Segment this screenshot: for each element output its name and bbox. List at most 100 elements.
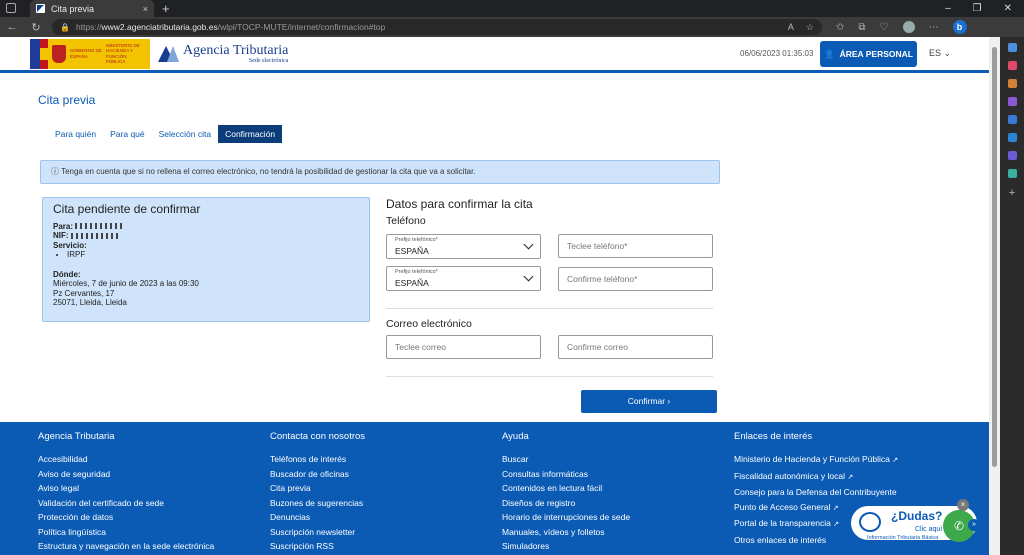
footer-col-contacta: Contacta con nosotros Teléfonos de inter… (270, 431, 365, 554)
url-path: /wlpl/TOCP-MUTE/internet/confirmacion#to… (217, 22, 386, 32)
confirme-telefono-input[interactable]: Confirme teléfono* (558, 267, 713, 291)
favorites-icon[interactable]: ✩ (836, 22, 844, 33)
footer-col-agencia: Agencia Tributaria Accesibilidad Aviso d… (38, 431, 214, 554)
prefijo-select-1[interactable]: Prefijo telefónico* ESPAÑA (386, 234, 541, 259)
footer-col-ayuda: Ayuda Buscar Consultas informáticas Cont… (502, 431, 630, 554)
scrollbar-thumb[interactable] (992, 47, 997, 467)
url-host: www2.agenciatributaria.gob.es (101, 22, 218, 32)
telefono-input[interactable]: Teclee teléfono* (558, 234, 713, 258)
donde-label: Dónde: (53, 269, 81, 279)
footer-link[interactable]: Estructura y navegación en la sede elect… (38, 539, 214, 554)
language-selector[interactable]: ES ⌄ (929, 48, 951, 59)
tab-para-que[interactable]: Para qué (103, 125, 152, 143)
prefijo-select-2[interactable]: Prefijo telefónico* ESPAÑA (386, 266, 541, 291)
footer-link[interactable]: Contenidos en lectura fácil (502, 481, 630, 496)
office-icon[interactable] (1007, 115, 1017, 124)
footer-link[interactable]: Cita previa (270, 481, 365, 496)
footer-link[interactable]: Buscador de oficinas (270, 467, 365, 482)
site-footer: Agencia Tributaria Accesibilidad Aviso d… (0, 422, 989, 555)
gobierno-logo[interactable]: GOBIERNO DE ESPAÑA MINISTERIO DE HACIEND… (30, 38, 150, 69)
address-line2: 25071, Lleida, Lleida (53, 298, 127, 307)
summary-title: Cita pendiente de confirmar (53, 202, 201, 216)
external-link-icon: ↗ (892, 457, 899, 464)
browser-tab-bar: Cita previa × + – ❐ ✕ (0, 0, 1024, 17)
back-icon[interactable]: ← (0, 21, 24, 33)
footer-link[interactable]: Accesibilidad (38, 452, 214, 467)
shopping-icon[interactable] (1007, 61, 1017, 70)
footer-link[interactable]: Manuales, vídeos y folletos (502, 525, 630, 540)
gov-line1: GOBIERNO DE ESPAÑA (70, 48, 102, 59)
outlook-icon[interactable] (1007, 133, 1017, 142)
tab-seleccion-cita[interactable]: Selección cita (152, 125, 218, 143)
more-icon[interactable]: ⋯ (929, 22, 939, 33)
divider (386, 376, 713, 377)
footer-link[interactable]: Aviso legal (38, 481, 214, 496)
confirme-correo-input[interactable]: Confirme correo (558, 335, 713, 359)
footer-link[interactable]: Consultas informáticas (502, 467, 630, 482)
footer-link[interactable]: Ministerio de Hacienda y Función Pública… (734, 452, 898, 469)
footer-link[interactable]: Horario de interrupciones de sede (502, 510, 630, 525)
info-alert: ⓘ Tenga en cuenta que si no rellena el c… (40, 160, 720, 184)
collections-icon[interactable]: ⧉ (858, 22, 865, 33)
profile-avatar[interactable] (902, 21, 915, 33)
page-scrollbar[interactable] (989, 37, 1000, 555)
drop-icon[interactable] (1007, 151, 1017, 160)
footer-link[interactable]: Protección de datos (38, 510, 214, 525)
confirm-form: Datos para confirmar la cita Teléfono (386, 197, 714, 227)
search-icon[interactable] (1007, 43, 1017, 52)
tab-confirmacion[interactable]: Confirmación (218, 125, 283, 143)
nif-label: NIF: (53, 231, 69, 240)
servicio-label: Servicio: (53, 240, 87, 250)
dudas-close-icon[interactable]: × (957, 499, 969, 511)
footer-link[interactable]: Buscar (502, 452, 630, 467)
language-label: ES (929, 48, 942, 58)
footer-link[interactable]: Aviso de seguridad (38, 467, 214, 482)
footer-link[interactable]: Suscripción newsletter (270, 525, 365, 540)
spain-flag-icon (40, 38, 48, 69)
games-icon[interactable] (1007, 97, 1017, 106)
browser-tab[interactable]: Cita previa × (30, 0, 154, 17)
favorite-star-icon[interactable]: ☆ (806, 22, 814, 33)
dudas-clic: Clic aquí (915, 526, 943, 533)
footer-link[interactable]: Validación del certificado de sede (38, 496, 214, 511)
tools-icon[interactable] (1007, 79, 1017, 88)
confirmar-button[interactable]: Confirmar › (581, 390, 717, 413)
url-field[interactable]: 🔒 https://www2.agenciatributaria.gob.es /… (52, 19, 822, 35)
appointment-summary: Cita pendiente de confirmar Para: NIF: S… (42, 197, 370, 322)
dudas-collapse-icon[interactable]: » (968, 519, 980, 531)
minimize-icon[interactable]: – (945, 3, 951, 14)
footer-link[interactable]: Simuladores (502, 539, 630, 554)
web-page: GOBIERNO DE ESPAÑA MINISTERIO DE HACIEND… (0, 37, 989, 555)
dudas-title: ¿Dudas? (891, 509, 943, 523)
footer-link[interactable]: Teléfonos de interés (270, 452, 365, 467)
tab-close-icon[interactable]: × (143, 4, 148, 14)
site-header: GOBIERNO DE ESPAÑA MINISTERIO DE HACIEND… (0, 37, 989, 73)
prefijo-value-2: ESPAÑA (395, 278, 429, 288)
reload-icon[interactable]: ↻ (24, 21, 48, 34)
area-personal-button[interactable]: 👤 ÁREA PERSONAL (820, 41, 917, 67)
heart-icon[interactable]: ♡ (880, 22, 889, 33)
designer-icon[interactable] (1007, 169, 1017, 178)
footer-link[interactable]: Fiscalidad autonómica y local ↗ (734, 469, 898, 486)
chevron-down-icon: ⌄ (943, 48, 952, 58)
footer-link[interactable]: Buzones de sugerencias (270, 496, 365, 511)
window-close-icon[interactable]: ✕ (1004, 3, 1012, 14)
footer-heading: Agencia Tributaria (38, 431, 115, 442)
tab-actions-icon[interactable] (6, 3, 16, 13)
lock-icon: 🔒 (60, 22, 70, 32)
agencia-tributaria-logo[interactable]: Agencia Tributaria Sede electrónica (158, 43, 288, 64)
correo-input[interactable]: Teclee correo (386, 335, 541, 359)
footer-link[interactable]: Diseños de registro (502, 496, 630, 511)
footer-link[interactable]: Suscripción RSS (270, 539, 365, 554)
maximize-icon[interactable]: ❐ (973, 3, 982, 14)
footer-link[interactable]: Política lingüística (38, 525, 214, 540)
footer-link[interactable]: Consejo para la Defensa del Contribuyent… (734, 485, 898, 500)
tab-para-quien[interactable]: Para quién (48, 125, 103, 143)
footer-link[interactable]: Denuncias (270, 510, 365, 525)
bing-icon[interactable]: b (952, 20, 967, 34)
step-tabs: Para quién Para qué Selección cita Confi… (48, 125, 283, 143)
add-icon[interactable]: + (1009, 187, 1015, 199)
read-aloud-icon[interactable]: A (788, 22, 794, 33)
new-tab-button[interactable]: + (162, 1, 170, 16)
external-link-icon: ↗ (833, 521, 840, 528)
